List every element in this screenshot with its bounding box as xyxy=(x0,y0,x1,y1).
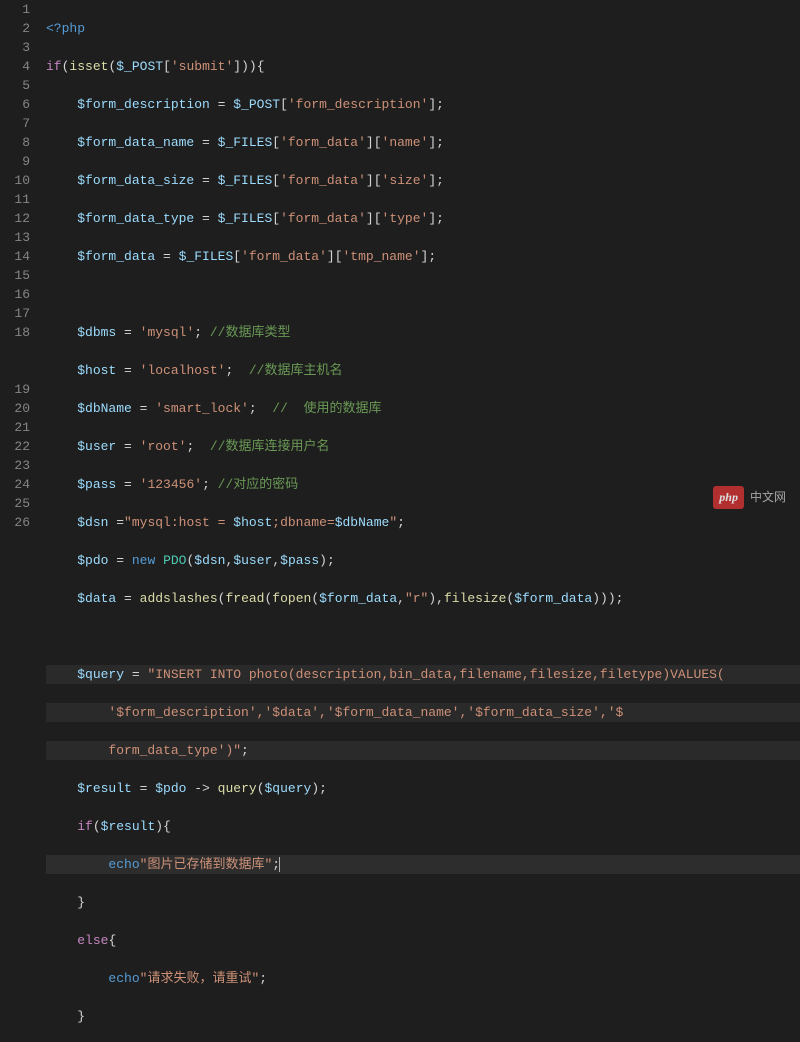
line-number: 3 xyxy=(0,38,30,57)
line-number: 2 xyxy=(0,19,30,38)
line-number: 9 xyxy=(0,152,30,171)
code-line: '$form_description','$data','$form_data_… xyxy=(46,703,800,722)
line-number: 8 xyxy=(0,133,30,152)
code-line: if(isset($_POST['submit'])){ xyxy=(46,57,800,76)
code-line: $form_description = $_POST['form_descrip… xyxy=(46,95,800,114)
code-line: $result = $pdo -> query($query); xyxy=(46,779,800,798)
line-number: 11 xyxy=(0,190,30,209)
code-line: form_data_type')"; xyxy=(46,741,800,760)
line-number: 13 xyxy=(0,228,30,247)
line-number: 16 xyxy=(0,285,30,304)
code-line: $dsn ="mysql:host = $host;dbname=$dbName… xyxy=(46,513,800,532)
line-number xyxy=(0,361,30,380)
line-number: 10 xyxy=(0,171,30,190)
code-line: <?php xyxy=(46,19,800,38)
code-line: $dbms = 'mysql'; //数据库类型 xyxy=(46,323,800,342)
code-line: $pass = '123456'; //对应的密码 xyxy=(46,475,800,494)
code-line: $dbName = 'smart_lock'; // 使用的数据库 xyxy=(46,399,800,418)
code-line xyxy=(46,285,800,304)
code-line: $form_data_size = $_FILES['form_data']['… xyxy=(46,171,800,190)
line-number: 20 xyxy=(0,399,30,418)
watermark-badge: php xyxy=(713,486,744,509)
line-number: 19 xyxy=(0,380,30,399)
line-number: 7 xyxy=(0,114,30,133)
code-line: $pdo = new PDO($dsn,$user,$pass); xyxy=(46,551,800,570)
line-number: 24 xyxy=(0,475,30,494)
line-number: 21 xyxy=(0,418,30,437)
line-number: 4 xyxy=(0,57,30,76)
code-line: $form_data_name = $_FILES['form_data']['… xyxy=(46,133,800,152)
watermark-text: 中文网 xyxy=(750,488,786,507)
line-number xyxy=(0,342,30,361)
code-line: $query = "INSERT INTO photo(description,… xyxy=(46,665,800,684)
line-number: 15 xyxy=(0,266,30,285)
line-number: 26 xyxy=(0,513,30,532)
line-number: 1 xyxy=(0,0,30,19)
line-number: 5 xyxy=(0,76,30,95)
code-line: $form_data = $_FILES['form_data']['tmp_n… xyxy=(46,247,800,266)
code-line: echo"图片已存储到数据库"; xyxy=(46,855,800,874)
line-number: 6 xyxy=(0,95,30,114)
code-area[interactable]: <?php if(isset($_POST['submit'])){ $form… xyxy=(42,0,800,521)
code-line: $host = 'localhost'; //数据库主机名 xyxy=(46,361,800,380)
line-number: 17 xyxy=(0,304,30,323)
line-number: 22 xyxy=(0,437,30,456)
code-line: echo"请求失败，请重试"; xyxy=(46,969,800,988)
code-line: $user = 'root'; //数据库连接用户名 xyxy=(46,437,800,456)
code-line: } xyxy=(46,893,800,912)
line-number: 18 xyxy=(0,323,30,342)
line-number: 23 xyxy=(0,456,30,475)
code-line: } xyxy=(46,1007,800,1026)
code-line: else{ xyxy=(46,931,800,950)
code-line: if($result){ xyxy=(46,817,800,836)
watermark: php 中文网 xyxy=(713,486,786,509)
code-line: $form_data_type = $_FILES['form_data']['… xyxy=(46,209,800,228)
line-number: 12 xyxy=(0,209,30,228)
text-cursor xyxy=(279,857,280,872)
code-editor: 1 2 3 4 5 6 7 8 9 10 11 12 13 14 15 16 1… xyxy=(0,0,800,521)
line-number-gutter: 1 2 3 4 5 6 7 8 9 10 11 12 13 14 15 16 1… xyxy=(0,0,42,521)
code-line xyxy=(46,627,800,646)
code-line: $data = addslashes(fread(fopen($form_dat… xyxy=(46,589,800,608)
line-number: 25 xyxy=(0,494,30,513)
line-number: 14 xyxy=(0,247,30,266)
